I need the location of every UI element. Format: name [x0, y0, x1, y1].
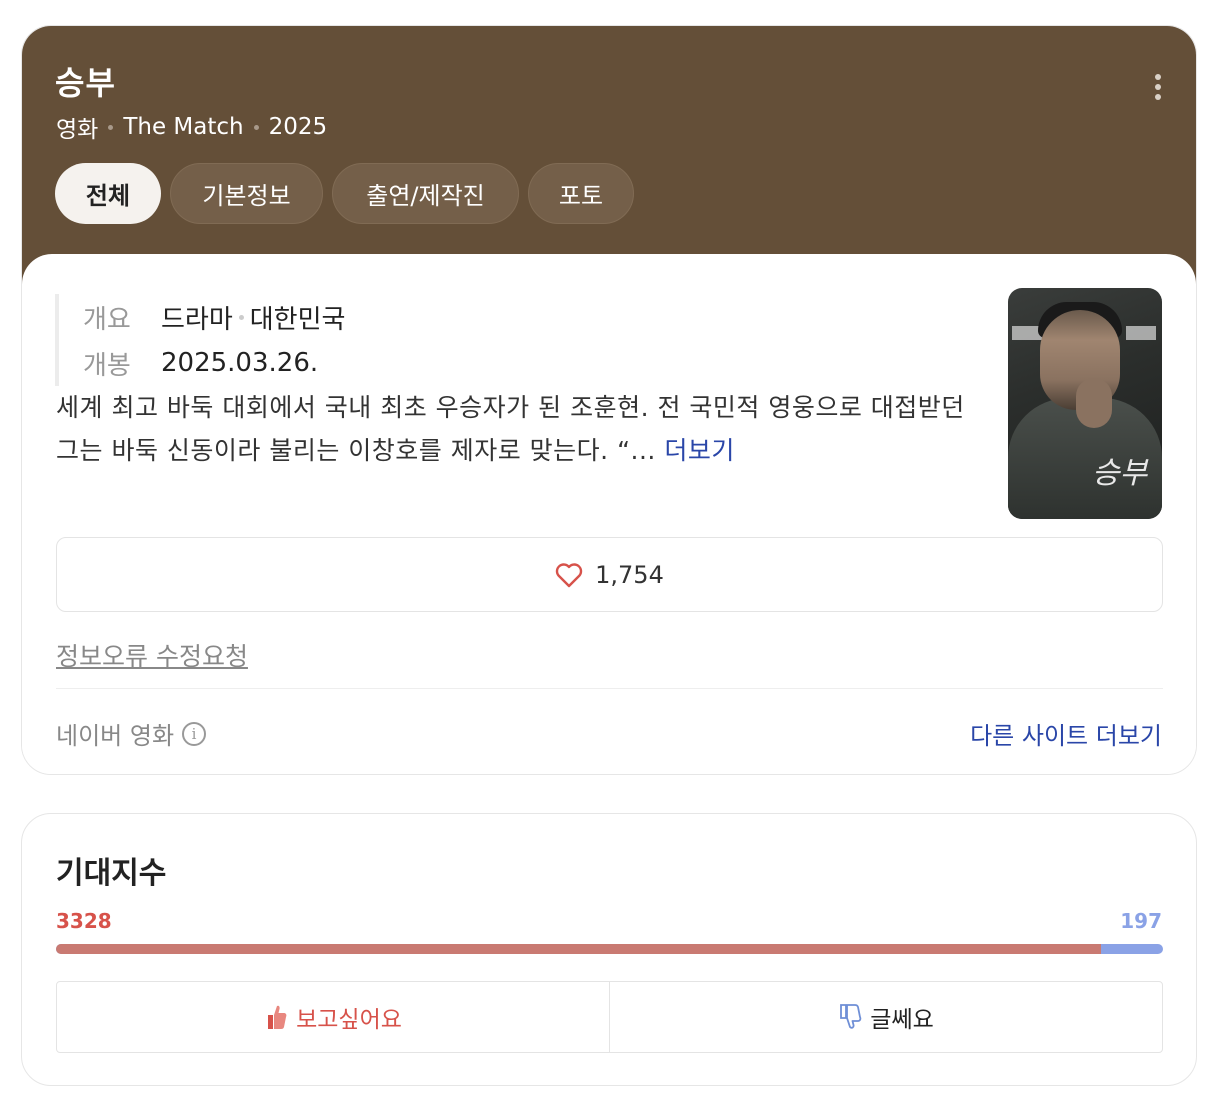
movie-header: 승부 영화 The Match 2025 전체 기본정보 출연/제작진 포토 [22, 26, 1196, 288]
thumbs-down-icon [840, 1004, 862, 1029]
poster-nameplate [1126, 326, 1156, 340]
release-row: 개봉 2025.03.26. [83, 340, 345, 386]
meta-type: 영화 [56, 117, 99, 143]
tab-basic-info[interactable]: 기본정보 [170, 163, 323, 224]
movie-info-card: 승부 영화 The Match 2025 전체 기본정보 출연/제작진 포토 개… [21, 25, 1197, 775]
poster-title: 승부 [1092, 456, 1148, 491]
heart-icon [555, 562, 583, 587]
movie-title: 승부 [55, 64, 116, 102]
synopsis: 세계 최고 바둑 대회에서 국내 최초 우승자가 된 조훈현. 전 국민적 영웅… [56, 386, 986, 472]
vote-box: 보고싶어요 글쎄요 [56, 981, 1163, 1053]
meta-english-title: The Match [123, 114, 244, 140]
tab-photo[interactable]: 포토 [528, 163, 634, 224]
overview-value: 드라마 대한민국 [161, 299, 345, 336]
thumbs-up-icon [268, 1005, 287, 1029]
tab-cast-crew[interactable]: 출연/제작진 [332, 163, 519, 224]
poster-hand [1076, 378, 1112, 428]
tab-bar: 전체 기본정보 출연/제작진 포토 [55, 163, 634, 224]
meta-separator [253, 124, 259, 130]
negative-count: 197 [1120, 909, 1162, 933]
country: 대한민국 [249, 304, 346, 335]
divider [56, 688, 1163, 689]
positive-count: 3328 [56, 909, 112, 933]
want-to-see-button[interactable]: 보고싶어요 [57, 982, 610, 1052]
meta-year: 2025 [268, 114, 328, 140]
genre-separator [238, 314, 244, 320]
release-label: 개봉 [83, 350, 131, 381]
expectation-card: 기대지수 3328 197 보고싶어요 글쎄요 [21, 813, 1197, 1086]
meh-label: 글쎄요 [870, 1007, 934, 1033]
source: 네이버 영화 i [56, 716, 207, 751]
source-label: 네이버 영화 [56, 722, 175, 750]
meta-separator [108, 124, 114, 130]
synopsis-more-link[interactable]: 더보기 [664, 436, 735, 465]
like-button[interactable]: 1,754 [56, 537, 1163, 612]
movie-body: 개요 드라마 대한민국 개봉 2025.03.26. 세계 최고 바둑 대회에서… [22, 254, 1196, 774]
info-list: 개요 드라마 대한민국 개봉 2025.03.26. [55, 294, 345, 386]
want-to-see-label: 보고싶어요 [296, 1007, 402, 1033]
overview-row: 개요 드라마 대한민국 [83, 294, 345, 340]
meh-button[interactable]: 글쎄요 [610, 982, 1162, 1052]
report-error-link[interactable]: 정보오류 수정요청 [56, 637, 248, 673]
movie-meta: 영화 The Match 2025 [56, 110, 327, 144]
synopsis-text: 세계 최고 바둑 대회에서 국내 최초 우승자가 된 조훈현. 전 국민적 영웅… [56, 393, 965, 465]
info-icon[interactable]: i [182, 721, 207, 746]
expectation-bar [56, 944, 1163, 954]
other-sites-link[interactable]: 다른 사이트 더보기 [970, 716, 1162, 751]
like-count: 1,754 [595, 560, 664, 589]
expectation-bar-fill [56, 944, 1102, 954]
tab-all[interactable]: 전체 [55, 163, 161, 224]
expectation-title: 기대지수 [56, 856, 167, 891]
more-options-icon[interactable] [1148, 72, 1168, 102]
overview-label: 개요 [83, 304, 131, 335]
movie-poster[interactable]: 승부 [1008, 288, 1162, 519]
genre: 드라마 [161, 304, 233, 335]
release-date: 2025.03.26. [161, 348, 319, 378]
